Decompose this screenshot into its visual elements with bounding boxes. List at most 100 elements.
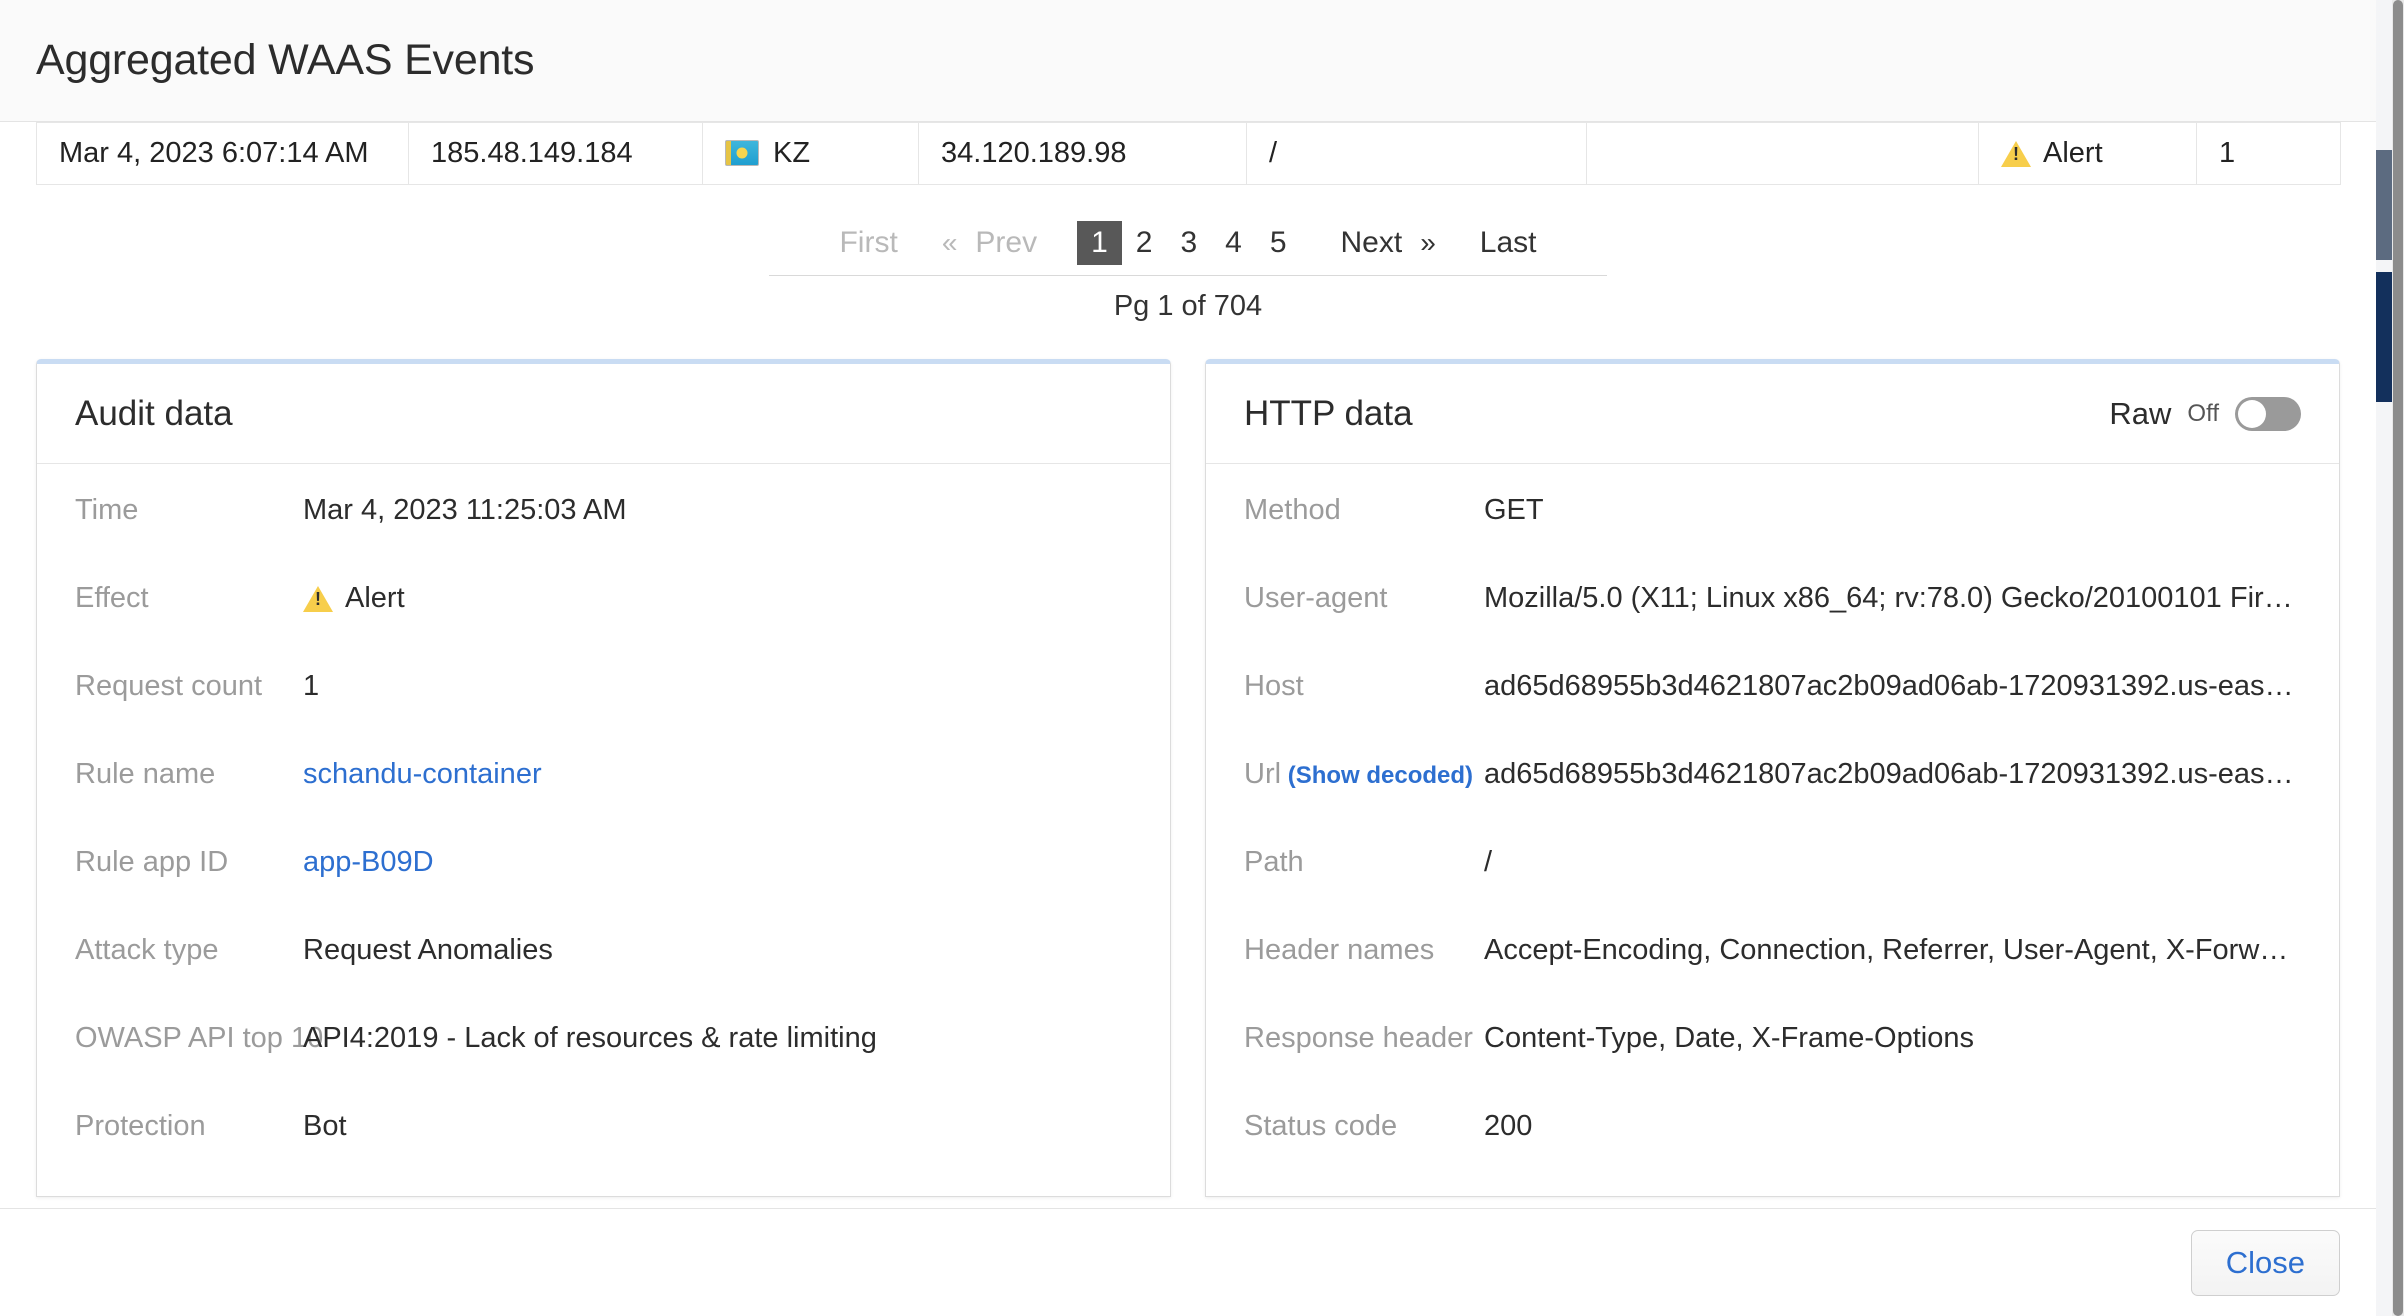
http-value: ad65d68955b3d4621807ac2b09ad06ab-1720931…	[1484, 670, 2301, 703]
pagination-page-3[interactable]: 3	[1166, 221, 1211, 265]
http-value: ad65d68955b3d4621807ac2b09ad06ab-1720931…	[1484, 758, 2301, 791]
row-spacer	[75, 802, 1132, 846]
audit-row: OWASP API top 10API4:2019 - Lack of reso…	[75, 1022, 1132, 1066]
http-label: Path	[1244, 846, 1484, 879]
cell-rule	[1587, 123, 1979, 185]
aggregated-waas-events-modal: Aggregated WAAS Events Mar 4, 2023 6:07:…	[0, 0, 2376, 1316]
audit-row: Rule nameschandu-container	[75, 758, 1132, 802]
warning-triangle-icon	[303, 586, 333, 612]
cell-path: /	[1247, 123, 1587, 185]
audit-panel-title: Audit data	[75, 394, 233, 434]
pagination-next[interactable]: Next	[1327, 222, 1417, 264]
row-spacer	[75, 978, 1132, 1022]
row-spacer	[75, 890, 1132, 934]
http-panel-body: MethodGETUser-agentMozilla/5.0 (X11; Lin…	[1206, 464, 2339, 1196]
row-spacer	[1244, 978, 2301, 1022]
pagination-info: Pg 1 of 704	[1114, 290, 1262, 323]
effect-label: Alert	[2043, 137, 2103, 169]
audit-row: ProtectionBot	[75, 1110, 1132, 1154]
http-value: Accept-Encoding, Connection, Referrer, U…	[1484, 934, 2301, 967]
http-row: Status code200	[1244, 1110, 2301, 1154]
chevron-left-double-icon[interactable]: «	[938, 227, 962, 259]
http-label: Header names	[1244, 934, 1484, 967]
pagination-prev[interactable]: Prev	[961, 222, 1051, 264]
pagination-first[interactable]: First	[825, 222, 911, 264]
row-spacer	[1244, 890, 2301, 934]
row-spacer	[1244, 1066, 2301, 1110]
modal-header: Aggregated WAAS Events	[0, 0, 2376, 122]
audit-label: Time	[75, 494, 303, 527]
audit-label: Effect	[75, 582, 303, 615]
http-row: Header namesAccept-Encoding, Connection,…	[1244, 934, 2301, 978]
row-spacer	[75, 626, 1132, 670]
audit-row: Request count1	[75, 670, 1132, 714]
audit-row: TimeMar 4, 2023 11:25:03 AM	[75, 494, 1132, 538]
page-title: Aggregated WAAS Events	[36, 36, 534, 85]
events-table-wrapper: Mar 4, 2023 6:07:14 AM 185.48.149.184 KZ…	[0, 122, 2376, 185]
audit-row: Rule app IDapp-B09D	[75, 846, 1132, 890]
audit-value: Request Anomalies	[303, 934, 1132, 967]
cell-time: Mar 4, 2023 6:07:14 AM	[37, 123, 409, 185]
row-spacer	[75, 1066, 1132, 1110]
row-spacer	[75, 1154, 1132, 1196]
http-label: Url (Show decoded)	[1244, 758, 1484, 791]
audit-label: OWASP API top 10	[75, 1022, 303, 1055]
cell-count: 1	[2197, 123, 2341, 185]
http-row: Hostad65d68955b3d4621807ac2b09ad06ab-172…	[1244, 670, 2301, 714]
pagination-page-4[interactable]: 4	[1211, 221, 1256, 265]
row-spacer	[75, 714, 1132, 758]
http-value: Content-Type, Date, X-Frame-Options	[1484, 1022, 2301, 1055]
http-value: /	[1484, 846, 2301, 879]
audit-label: Rule name	[75, 758, 303, 791]
http-value: Mozilla/5.0 (X11; Linux x86_64; rv:78.0)…	[1484, 582, 2301, 615]
chevron-right-double-icon[interactable]: »	[1416, 227, 1440, 259]
row-spacer	[1244, 626, 2301, 670]
close-button[interactable]: Close	[2191, 1230, 2340, 1296]
audit-panel-body: TimeMar 4, 2023 11:25:03 AM EffectAlert Re…	[37, 464, 1170, 1196]
audit-label: Attack type	[75, 934, 303, 967]
modal-footer: Close	[0, 1208, 2376, 1316]
audit-panel-header: Audit data	[37, 364, 1170, 464]
http-label: Status code	[1244, 1110, 1484, 1143]
audit-label: Request count	[75, 670, 303, 703]
audit-row: Attack typeRequest Anomalies	[75, 934, 1132, 978]
pagination-last[interactable]: Last	[1466, 222, 1551, 264]
audit-value[interactable]: schandu-container	[303, 758, 1132, 791]
kz-flag-icon	[725, 140, 759, 166]
audit-value[interactable]: app-B09D	[303, 846, 1132, 879]
http-panel-header: HTTP data Raw Off	[1206, 364, 2339, 464]
pagination: First « Prev 1 2 3 4 5 Next » Last Pg 1 …	[0, 221, 2376, 323]
http-panel-title: HTTP data	[1244, 394, 1413, 434]
http-row: Path/	[1244, 846, 2301, 890]
cell-source-ip: 185.48.149.184	[409, 123, 703, 185]
http-row: Url (Show decoded)ad65d68955b3d4621807ac…	[1244, 758, 2301, 802]
toggle-off-icon[interactable]	[2235, 397, 2301, 431]
http-label: Host	[1244, 670, 1484, 703]
audit-row: EffectAlert	[75, 582, 1132, 626]
audit-label: Protection	[75, 1110, 303, 1143]
http-label: Response header	[1244, 1022, 1484, 1055]
http-value: 200	[1484, 1110, 2301, 1143]
http-row: Response headerContent-Type, Date, X-Fra…	[1244, 1022, 2301, 1066]
http-value: GET	[1484, 494, 2301, 527]
page-scrollbar-thumb[interactable]	[2393, 0, 2403, 1316]
pagination-page-5[interactable]: 5	[1256, 221, 1301, 265]
page-scrollbar-track[interactable]	[2392, 0, 2404, 1316]
audit-value: 1	[303, 670, 1132, 703]
show-decoded-link[interactable]: (Show decoded)	[1281, 762, 1473, 789]
table-row[interactable]: Mar 4, 2023 6:07:14 AM 185.48.149.184 KZ…	[37, 123, 2341, 185]
country-code-label: KZ	[773, 137, 810, 169]
detail-panels: Audit data TimeMar 4, 2023 11:25:03 AM Ef…	[0, 359, 2376, 1197]
audit-data-panel: Audit data TimeMar 4, 2023 11:25:03 AM Ef…	[36, 359, 1171, 1197]
pagination-page-1[interactable]: 1	[1077, 221, 1122, 265]
audit-value: API4:2019 - Lack of resources & rate lim…	[303, 1022, 1132, 1055]
warning-triangle-icon	[2001, 141, 2031, 167]
row-spacer	[1244, 714, 2301, 758]
cell-country: KZ	[703, 123, 919, 185]
row-spacer	[75, 538, 1132, 582]
raw-state-label: Off	[2187, 400, 2219, 428]
events-table: Mar 4, 2023 6:07:14 AM 185.48.149.184 KZ…	[36, 122, 2341, 185]
row-spacer	[1244, 802, 2301, 846]
pagination-page-2[interactable]: 2	[1122, 221, 1167, 265]
http-data-panel: HTTP data Raw Off MethodGETUser-agentMoz…	[1205, 359, 2340, 1197]
